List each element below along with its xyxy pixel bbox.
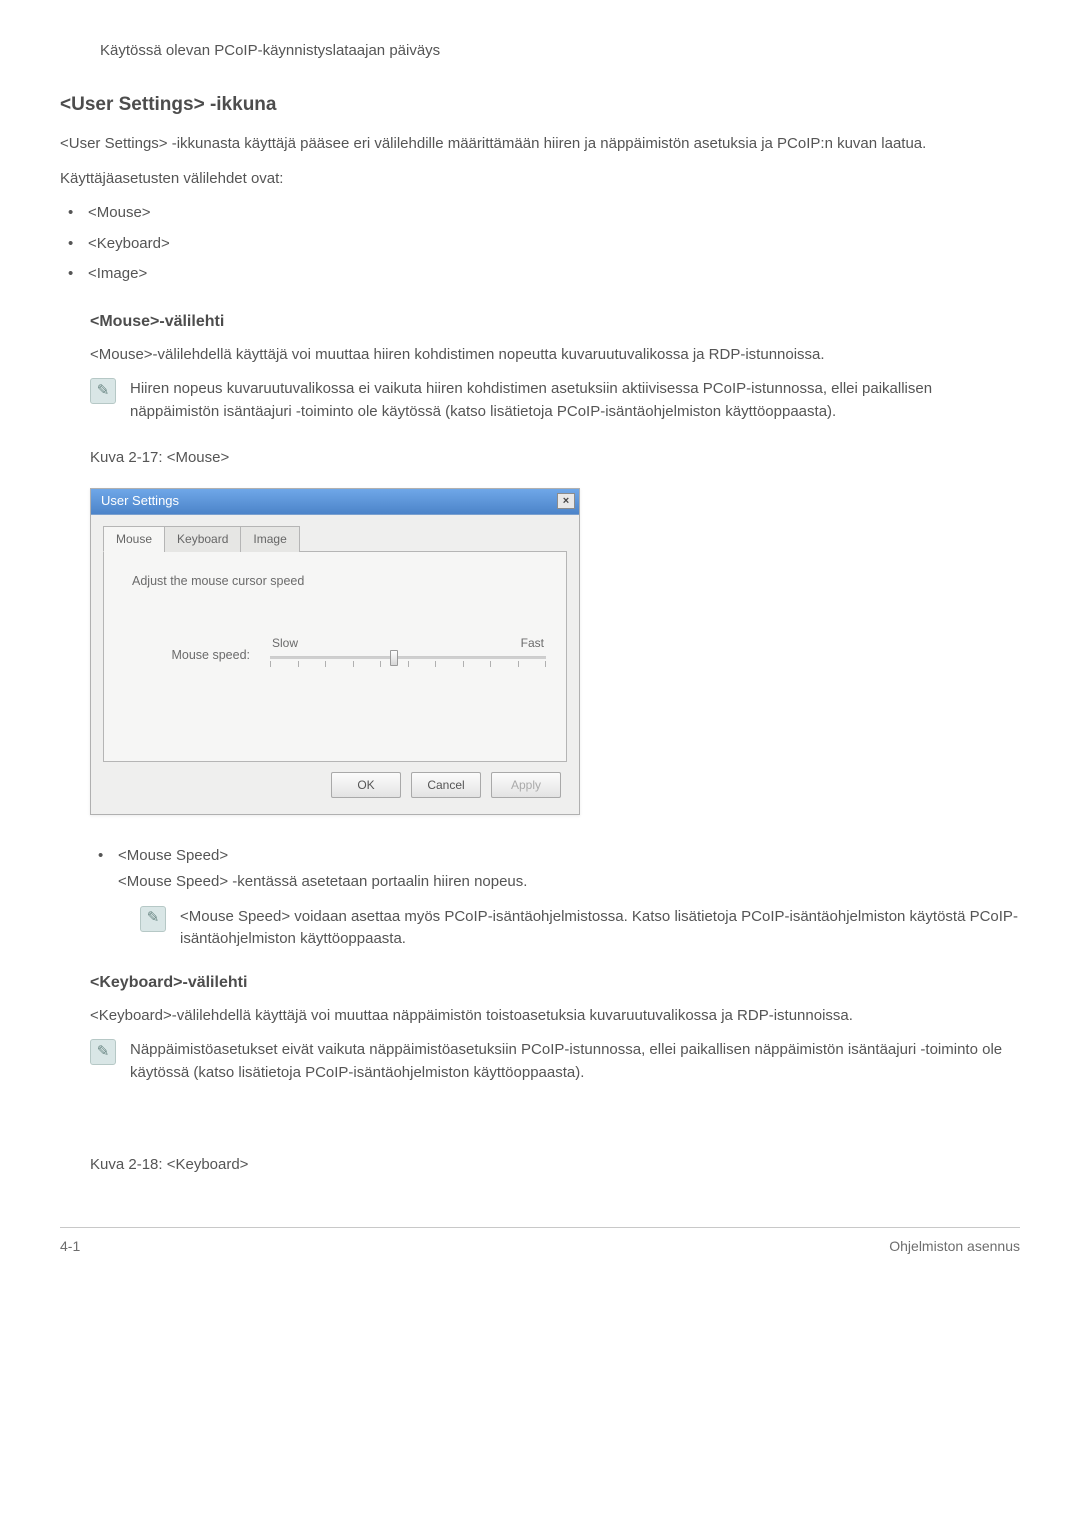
- dialog-titlebar: User Settings ×: [91, 489, 579, 515]
- cancel-button[interactable]: Cancel: [411, 772, 481, 798]
- slider-label: Mouse speed:: [132, 646, 252, 665]
- list-item: <Mouse>: [60, 202, 1020, 225]
- top-caption-row: Käytössä olevan PCoIP-käynnistyslataajan…: [60, 40, 1020, 63]
- keyboard-heading: <Keyboard>-välilehti: [90, 971, 1020, 995]
- top-caption: Käytössä olevan PCoIP-käynnistyslataajan…: [100, 42, 440, 59]
- note-icon: ✎: [90, 1039, 116, 1065]
- close-button[interactable]: ×: [557, 493, 575, 509]
- dialog-tab-panel: Adjust the mouse cursor speed Mouse spee…: [103, 552, 567, 762]
- tab-keyboard[interactable]: Keyboard: [164, 526, 241, 552]
- mouse-heading: <Mouse>-välilehti: [90, 310, 1020, 334]
- mouse-speed-bullet: <Mouse Speed> <Mouse Speed> -kentässä as…: [90, 845, 1020, 951]
- tab-mouse[interactable]: Mouse: [103, 526, 165, 552]
- footer-left: 4-1: [60, 1236, 80, 1257]
- slider-ticks: [270, 661, 546, 667]
- note-icon: ✎: [90, 378, 116, 404]
- apply-button[interactable]: Apply: [491, 772, 561, 798]
- figure-caption-mouse: Kuva 2-17: <Mouse>: [90, 447, 1020, 470]
- mouse-note: ✎ Hiiren nopeus kuvaruutuvalikossa ei va…: [90, 378, 1020, 423]
- slider-column: Slow Fast: [270, 634, 546, 676]
- dialog-tab-row: Mouse Keyboard Image: [103, 525, 567, 552]
- mouse-section: <Mouse>-välilehti <Mouse>-välilehdellä k…: [60, 310, 1020, 1177]
- section-title: <User Settings> -ikkuna: [60, 91, 1020, 120]
- slider-row: Mouse speed: Slow Fast: [132, 634, 546, 676]
- panel-label: Adjust the mouse cursor speed: [132, 572, 546, 591]
- dialog-body: Mouse Keyboard Image Adjust the mouse cu…: [91, 515, 579, 814]
- close-icon: ×: [563, 493, 569, 510]
- list-item: <Image>: [60, 263, 1020, 286]
- page-footer: 4-1 Ohjelmiston asennus: [60, 1228, 1020, 1257]
- slider-end-labels: Slow Fast: [270, 634, 546, 652]
- mouse-speed-note: ✎ <Mouse Speed> voidaan asettaa myös PCo…: [118, 906, 1020, 951]
- tabs-list: <Mouse> <Keyboard> <Image>: [60, 202, 1020, 286]
- dialog-button-row: OK Cancel Apply: [103, 762, 567, 802]
- keyboard-note: ✎ Näppäimistöasetukset eivät vaikuta näp…: [90, 1039, 1020, 1084]
- intro-paragraph: <User Settings> -ikkunasta käyttäjä pääs…: [60, 133, 1020, 156]
- mouse-desc: <Mouse>-välilehdellä käyttäjä voi muutta…: [90, 344, 1020, 367]
- note-icon: ✎: [140, 906, 166, 932]
- tab-image[interactable]: Image: [240, 526, 299, 552]
- keyboard-note-text: Näppäimistöasetukset eivät vaikuta näppä…: [130, 1039, 1020, 1084]
- user-settings-dialog: User Settings × Mouse Keyboard Image Adj…: [90, 488, 580, 815]
- list-item: <Keyboard>: [60, 233, 1020, 256]
- tabs-intro: Käyttäjäasetusten välilehdet ovat:: [60, 168, 1020, 191]
- mouse-speed-body: <Mouse Speed> -kentässä asetetaan portaa…: [118, 871, 1020, 894]
- mouse-note-text: Hiiren nopeus kuvaruutuvalikossa ei vaik…: [130, 378, 1020, 423]
- figure-caption-keyboard: Kuva 2-18: <Keyboard>: [90, 1154, 1020, 1177]
- mouse-speed-title: <Mouse Speed>: [118, 845, 1020, 868]
- dialog-title: User Settings: [101, 491, 179, 511]
- footer-right: Ohjelmiston asennus: [889, 1236, 1020, 1257]
- ok-button[interactable]: OK: [331, 772, 401, 798]
- mouse-speed-note-text: <Mouse Speed> voidaan asettaa myös PCoIP…: [180, 906, 1020, 951]
- mouse-speed-slider[interactable]: [270, 656, 546, 676]
- slider-slow-label: Slow: [272, 634, 298, 652]
- slider-thumb-icon: [390, 650, 398, 666]
- slider-fast-label: Fast: [521, 634, 544, 652]
- keyboard-desc: <Keyboard>-välilehdellä käyttäjä voi muu…: [90, 1005, 1020, 1028]
